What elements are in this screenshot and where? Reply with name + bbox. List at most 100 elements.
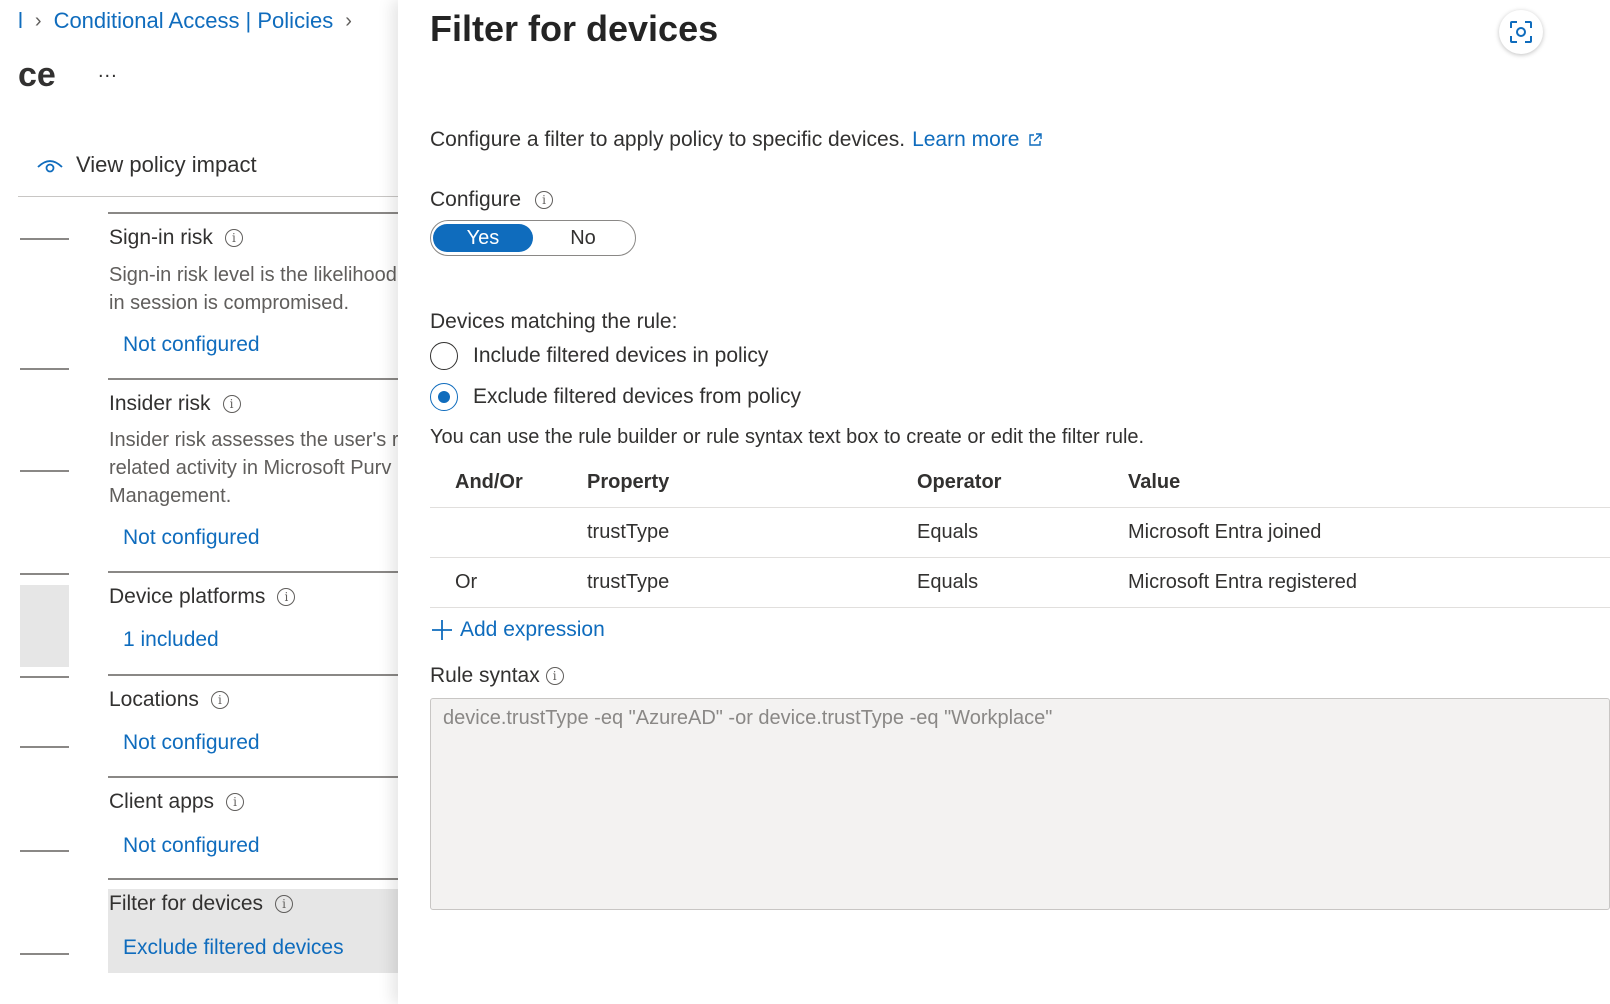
and-or-cell[interactable]: Or [455, 558, 477, 607]
operator-cell[interactable]: Equals [917, 558, 978, 607]
tree-connector [20, 953, 69, 955]
rule-syntax-label: Rule syntax i [430, 664, 564, 688]
locations-value-link[interactable]: Not configured [123, 731, 260, 755]
app-root: l › Conditional Access | Policies › ce .… [0, 0, 1610, 1004]
chevron-right-icon: › [34, 9, 42, 32]
maximize-button[interactable] [1499, 10, 1543, 54]
operator-cell[interactable]: Equals [917, 508, 978, 557]
value-cell[interactable]: Microsoft Entra joined [1128, 508, 1321, 557]
breadcrumb: l › Conditional Access | Policies › [18, 8, 364, 34]
section-filter-for-devices-title: Filter for devices i [109, 892, 294, 916]
divider [108, 212, 398, 214]
section-insider-risk-desc: related activity in Microsoft Purv [109, 457, 392, 479]
filter-for-devices-value-link[interactable]: Exclude filtered devices [123, 936, 344, 960]
client-apps-value-link[interactable]: Not configured [123, 834, 260, 858]
chevron-right-icon: › [345, 9, 352, 32]
breadcrumb-policies-link[interactable]: Conditional Access | Policies [54, 8, 334, 34]
column-header-value: Value [1128, 471, 1181, 493]
tree-connector [20, 238, 69, 240]
tree-connector [20, 470, 69, 472]
radio-selected-dot [438, 391, 450, 403]
section-device-platforms-title: Device platforms i [109, 585, 296, 609]
section-sign-in-risk-desc: Sign-in risk level is the likelihood [109, 264, 397, 286]
info-icon[interactable]: i [277, 588, 296, 606]
divider [18, 196, 398, 197]
device-platforms-value-link[interactable]: 1 included [123, 628, 219, 652]
section-client-apps-title: Client apps i [109, 790, 245, 814]
table-row[interactable]: Or trustType Equals Microsoft Entra regi… [430, 558, 1610, 608]
panel-description-text: Configure a filter to apply policy to sp… [430, 128, 906, 151]
add-expression-label: Add expression [460, 618, 605, 641]
section-title-label: Insider risk [109, 392, 211, 415]
divider [108, 674, 398, 676]
section-sign-in-risk-title: Sign-in risk i [109, 226, 243, 250]
configure-label: Configure i [430, 188, 554, 212]
exclude-filtered-label: Exclude filtered devices from policy [473, 385, 801, 408]
view-policy-impact-label: View policy impact [76, 152, 257, 177]
rule-builder-table: And/Or Property Operator Value trustType… [430, 458, 1610, 608]
info-icon[interactable]: i [224, 229, 243, 247]
divider [108, 776, 398, 778]
table-row[interactable]: trustType Equals Microsoft Entra joined [430, 508, 1610, 558]
external-link-icon[interactable] [1027, 132, 1043, 148]
section-insider-risk-desc: Insider risk assesses the user's ri [109, 429, 398, 451]
sign-in-risk-value-link[interactable]: Not configured [123, 333, 260, 357]
section-title-label: Locations [109, 688, 199, 711]
section-insider-risk-title: Insider risk i [109, 392, 241, 416]
include-filtered-radio-row[interactable]: Include filtered devices in policy [430, 342, 768, 370]
section-title-label: Client apps [109, 790, 215, 813]
configure-label-text: Configure [430, 188, 522, 211]
add-expression-button[interactable]: Add expression [430, 618, 605, 642]
table-header-row: And/Or Property Operator Value [430, 458, 1610, 508]
divider [108, 571, 398, 573]
section-sign-in-risk-desc: in session is compromised. [109, 292, 350, 314]
info-icon[interactable]: i [545, 667, 564, 685]
section-title-label: Sign-in risk [109, 226, 213, 249]
column-header-and-or: And/Or [455, 471, 523, 493]
learn-more-link[interactable]: Learn more [912, 128, 1019, 152]
breadcrumb-partial-item[interactable]: l [18, 8, 23, 34]
insider-risk-value-link[interactable]: Not configured [123, 526, 260, 550]
info-icon[interactable]: i [210, 691, 229, 709]
tree-connector [20, 573, 69, 575]
policy-blade: l › Conditional Access | Policies › ce .… [0, 0, 398, 1004]
view-policy-impact-button[interactable]: View policy impact [36, 152, 257, 178]
devices-matching-label: Devices matching the rule: [430, 310, 678, 333]
panel-description: Configure a filter to apply policy to sp… [430, 128, 1043, 152]
exclude-filtered-radio-row[interactable]: Exclude filtered devices from policy [430, 383, 801, 411]
section-locations-title: Locations i [109, 688, 229, 712]
tree-connector [20, 850, 69, 852]
info-icon[interactable]: i [222, 395, 241, 413]
section-insider-risk-desc: Management. [109, 485, 232, 507]
focus-expand-icon [1510, 21, 1532, 43]
panel-title: Filter for devices [430, 8, 719, 49]
divider [108, 378, 398, 380]
section-title-label: Device platforms [109, 585, 266, 608]
more-options-button[interactable]: ... [98, 60, 118, 83]
info-icon[interactable]: i [275, 895, 294, 913]
include-filtered-label: Include filtered devices in policy [473, 344, 769, 367]
tree-connector [20, 368, 69, 370]
info-icon[interactable]: i [226, 793, 245, 811]
configure-no-option[interactable]: No [533, 224, 633, 252]
include-filtered-radio[interactable] [430, 342, 458, 370]
rule-syntax-textbox[interactable]: device.trustType -eq "AzureAD" -or devic… [430, 698, 1610, 910]
tree-connector [20, 676, 69, 678]
configure-yes-option[interactable]: Yes [433, 224, 533, 252]
property-cell[interactable]: trustType [587, 508, 669, 557]
page-title: ce [18, 56, 56, 94]
rule-syntax-label-text: Rule syntax [430, 664, 540, 687]
rule-help-text: You can use the rule builder or rule syn… [430, 426, 1145, 448]
column-header-property: Property [587, 471, 670, 493]
selection-indicator [20, 585, 69, 667]
eye-icon [37, 160, 63, 173]
configure-toggle[interactable]: Yes No [430, 220, 636, 256]
property-cell[interactable]: trustType [587, 558, 669, 607]
section-title-label: Filter for devices [109, 892, 264, 915]
column-header-operator: Operator [917, 471, 1002, 493]
exclude-filtered-radio[interactable] [430, 383, 458, 411]
value-cell[interactable]: Microsoft Entra registered [1128, 558, 1357, 607]
info-icon[interactable]: i [535, 191, 554, 209]
divider [108, 878, 398, 880]
plus-icon [432, 620, 452, 640]
